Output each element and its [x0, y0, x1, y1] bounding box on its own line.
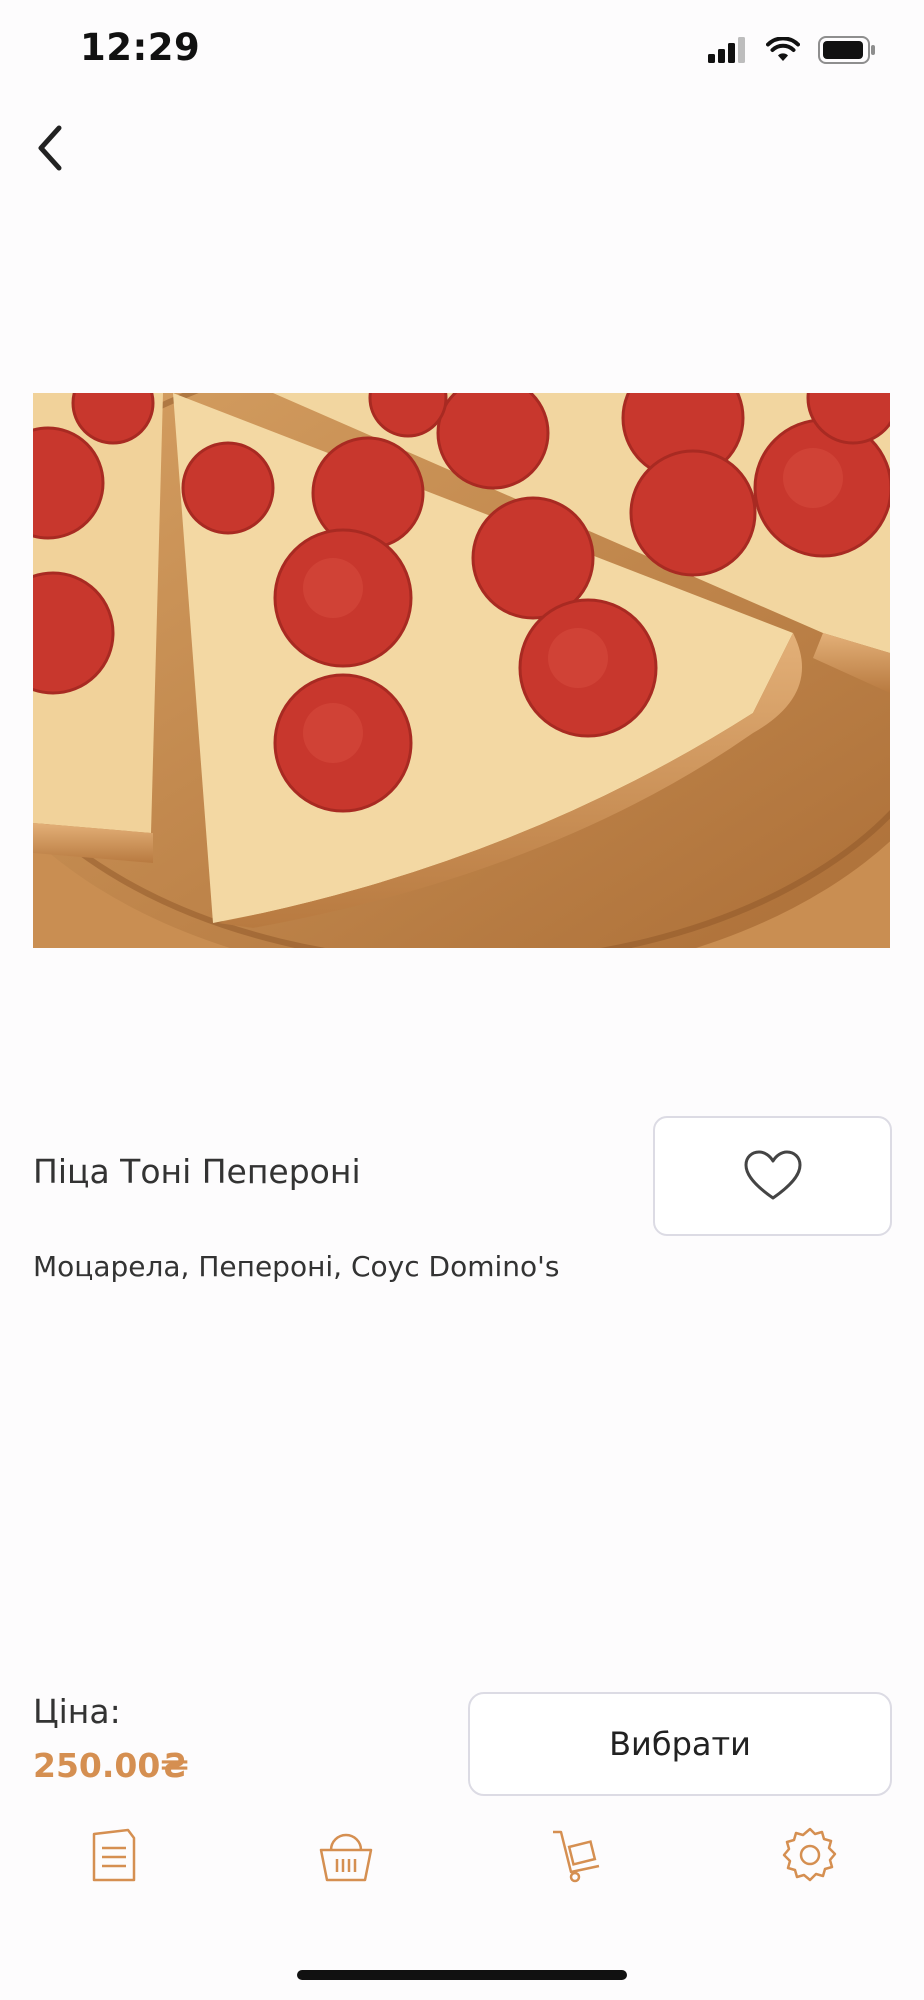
tab-delivery[interactable]	[543, 1820, 613, 1890]
settings-icon	[782, 1827, 837, 1882]
choose-button-label: Вибрати	[609, 1725, 751, 1763]
product-ingredients: Моцарела, Пепероні, Соус Domino's	[33, 1250, 560, 1283]
cart-icon	[553, 1830, 600, 1883]
status-bar: 12:29	[0, 0, 924, 100]
price-label: Ціна:	[33, 1692, 121, 1731]
tab-settings[interactable]	[775, 1820, 845, 1890]
wifi-icon	[766, 37, 800, 61]
tab-menu[interactable]	[80, 1820, 150, 1890]
product-title: Піца Тоні Пепероні	[33, 1152, 361, 1191]
status-icons	[708, 36, 876, 64]
product-image	[33, 393, 890, 948]
tab-bar	[0, 1820, 924, 1908]
status-time: 12:29	[80, 26, 201, 69]
heart-icon	[744, 1150, 801, 1200]
basket-icon	[319, 1833, 373, 1882]
chevron-left-icon	[38, 125, 62, 171]
home-indicator	[297, 1970, 627, 1980]
cellular-signal-icon	[708, 37, 745, 63]
price-value: 250.00₴	[33, 1746, 189, 1785]
favorite-button[interactable]	[653, 1116, 892, 1236]
choose-button[interactable]: Вибрати	[468, 1692, 892, 1796]
menu-icon	[92, 1828, 136, 1882]
battery-icon	[818, 36, 875, 64]
tab-basket[interactable]	[311, 1820, 381, 1890]
back-button[interactable]	[22, 118, 78, 178]
